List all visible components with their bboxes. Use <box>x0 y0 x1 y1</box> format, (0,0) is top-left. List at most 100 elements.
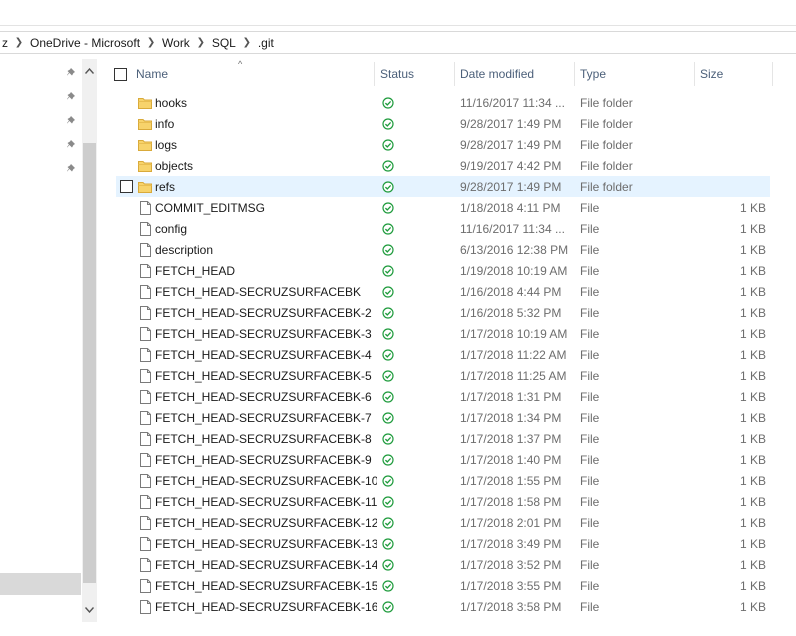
breadcrumb-item-onedrive[interactable]: OneDrive - Microsoft <box>28 32 142 53</box>
file-name[interactable]: logs <box>155 134 377 155</box>
table-row[interactable]: FETCH_HEAD-SECRUZSURFACEBK-10 1/17/2018 1… <box>116 470 770 491</box>
table-row[interactable]: FETCH_HEAD-SECRUZSURFACEBK 1/16/2018 4:44… <box>116 281 770 302</box>
row-checkbox-cell[interactable] <box>120 533 133 554</box>
row-checkbox-cell[interactable] <box>120 134 133 155</box>
table-row[interactable]: FETCH_HEAD-SECRUZSURFACEBK-2 1/16/2018 5:… <box>116 302 770 323</box>
row-checkbox-cell[interactable] <box>120 176 133 197</box>
table-row[interactable]: info 9/28/2017 1:49 PM File folder <box>116 113 770 134</box>
scroll-thumb[interactable] <box>83 143 96 583</box>
column-divider[interactable] <box>694 62 695 86</box>
table-row[interactable]: FETCH_HEAD-SECRUZSURFACEBK-7 1/17/2018 1:… <box>116 407 770 428</box>
table-row[interactable]: FETCH_HEAD-SECRUZSURFACEBK-8 1/17/2018 1:… <box>116 428 770 449</box>
file-name[interactable]: hooks <box>155 92 377 113</box>
table-row[interactable]: FETCH_HEAD-SECRUZSURFACEBK-12 1/17/2018 2… <box>116 512 770 533</box>
breadcrumb-item-sql[interactable]: SQL <box>210 32 238 53</box>
pin-icon[interactable] <box>66 139 78 151</box>
row-checkbox-cell[interactable] <box>120 344 133 365</box>
file-name[interactable]: refs <box>155 176 377 197</box>
breadcrumb-item-user[interactable]: z <box>0 32 10 53</box>
file-name[interactable]: FETCH_HEAD-SECRUZSURFACEBK-3 <box>155 323 377 344</box>
row-checkbox-cell[interactable] <box>120 491 133 512</box>
file-name[interactable]: info <box>155 113 377 134</box>
table-row[interactable]: FETCH_HEAD-SECRUZSURFACEBK-16 1/17/2018 3… <box>116 596 770 617</box>
file-name[interactable]: description <box>155 239 377 260</box>
file-name[interactable]: FETCH_HEAD-SECRUZSURFACEBK-15 <box>155 575 377 596</box>
table-row[interactable]: config 11/16/2017 11:34 ... File 1 KB <box>116 218 770 239</box>
row-checkbox-cell[interactable] <box>120 239 133 260</box>
row-checkbox-cell[interactable] <box>120 428 133 449</box>
chevron-right-icon[interactable]: ❯ <box>238 37 256 48</box>
file-name[interactable]: objects <box>155 155 377 176</box>
table-row[interactable]: COMMIT_EDITMSG 1/18/2018 4:11 PM File 1 KB <box>116 197 770 218</box>
file-name[interactable]: FETCH_HEAD-SECRUZSURFACEBK-14 <box>155 554 377 575</box>
table-row[interactable]: FETCH_HEAD-SECRUZSURFACEBK-3 1/17/2018 10… <box>116 323 770 344</box>
column-header-name[interactable]: Name <box>136 62 370 86</box>
column-divider[interactable] <box>454 62 455 86</box>
nav-selected-item[interactable] <box>0 573 81 595</box>
row-checkbox-cell[interactable] <box>120 386 133 407</box>
file-name[interactable]: FETCH_HEAD <box>155 260 377 281</box>
file-name[interactable]: FETCH_HEAD-SECRUZSURFACEBK-2 <box>155 302 377 323</box>
file-name[interactable]: FETCH_HEAD-SECRUZSURFACEBK-11 <box>155 491 377 512</box>
file-name[interactable]: FETCH_HEAD-SECRUZSURFACEBK-13 <box>155 533 377 554</box>
file-name[interactable]: FETCH_HEAD-SECRUZSURFACEBK-7 <box>155 407 377 428</box>
pin-icon[interactable] <box>66 115 78 127</box>
select-all-checkbox-cell[interactable] <box>114 62 128 86</box>
row-checkbox-cell[interactable] <box>120 365 133 386</box>
address-bar[interactable]: z ❯ OneDrive - Microsoft ❯ Work ❯ SQL ❯ … <box>0 31 796 54</box>
table-row[interactable]: FETCH_HEAD-SECRUZSURFACEBK-4 1/17/2018 11… <box>116 344 770 365</box>
row-checkbox[interactable] <box>120 180 133 193</box>
pin-icon[interactable] <box>66 163 78 175</box>
file-name[interactable]: FETCH_HEAD-SECRUZSURFACEBK-6 <box>155 386 377 407</box>
column-header-size[interactable]: Size <box>700 62 772 86</box>
file-name[interactable]: COMMIT_EDITMSG <box>155 197 377 218</box>
table-row[interactable]: FETCH_HEAD 1/19/2018 10:19 AM File 1 KB <box>116 260 770 281</box>
pin-icon[interactable] <box>66 67 78 79</box>
file-name[interactable]: FETCH_HEAD-SECRUZSURFACEBK-4 <box>155 344 377 365</box>
column-header-type[interactable]: Type <box>580 62 694 86</box>
file-name[interactable]: FETCH_HEAD-SECRUZSURFACEBK-8 <box>155 428 377 449</box>
chevron-right-icon[interactable]: ❯ <box>142 37 160 48</box>
row-checkbox-cell[interactable] <box>120 218 133 239</box>
table-row[interactable]: objects 9/19/2017 4:42 PM File folder <box>116 155 770 176</box>
row-checkbox-cell[interactable] <box>120 323 133 344</box>
table-row[interactable]: FETCH_HEAD-SECRUZSURFACEBK-14 1/17/2018 3… <box>116 554 770 575</box>
row-checkbox-cell[interactable] <box>120 281 133 302</box>
row-checkbox-cell[interactable] <box>120 302 133 323</box>
file-name[interactable]: FETCH_HEAD-SECRUZSURFACEBK-12 <box>155 512 377 533</box>
table-row[interactable]: logs 9/28/2017 1:49 PM File folder <box>116 134 770 155</box>
scroll-up-button[interactable] <box>82 63 97 79</box>
table-row[interactable]: FETCH_HEAD-SECRUZSURFACEBK-11 1/17/2018 1… <box>116 491 770 512</box>
chevron-right-icon[interactable]: ❯ <box>10 37 28 48</box>
table-row[interactable]: FETCH_HEAD-SECRUZSURFACEBK-6 1/17/2018 1:… <box>116 386 770 407</box>
row-checkbox-cell[interactable] <box>120 596 133 617</box>
row-checkbox-cell[interactable] <box>120 449 133 470</box>
column-header-date[interactable]: Date modified <box>460 62 574 86</box>
row-checkbox-cell[interactable] <box>120 575 133 596</box>
column-header-status[interactable]: Status <box>380 62 454 86</box>
file-name[interactable]: FETCH_HEAD-SECRUZSURFACEBK-9 <box>155 449 377 470</box>
table-row[interactable]: FETCH_HEAD-SECRUZSURFACEBK-13 1/17/2018 3… <box>116 533 770 554</box>
chevron-right-icon[interactable]: ❯ <box>192 37 210 48</box>
nav-scrollbar[interactable] <box>82 59 97 622</box>
table-row[interactable]: hooks 11/16/2017 11:34 ... File folder <box>116 92 770 113</box>
table-row[interactable]: FETCH_HEAD-SECRUZSURFACEBK-15 1/17/2018 3… <box>116 575 770 596</box>
column-divider[interactable] <box>574 62 575 86</box>
file-name[interactable]: FETCH_HEAD-SECRUZSURFACEBK-5 <box>155 365 377 386</box>
row-checkbox-cell[interactable] <box>120 92 133 113</box>
row-checkbox-cell[interactable] <box>120 260 133 281</box>
table-row[interactable]: FETCH_HEAD-SECRUZSURFACEBK-5 1/17/2018 11… <box>116 365 770 386</box>
file-name[interactable]: FETCH_HEAD-SECRUZSURFACEBK <box>155 281 377 302</box>
breadcrumb-item-git[interactable]: .git <box>256 32 276 53</box>
column-divider[interactable] <box>374 62 375 86</box>
breadcrumb-item-work[interactable]: Work <box>160 32 192 53</box>
row-checkbox-cell[interactable] <box>120 197 133 218</box>
pin-icon[interactable] <box>66 91 78 103</box>
row-checkbox-cell[interactable] <box>120 512 133 533</box>
scroll-down-button[interactable] <box>82 602 97 618</box>
file-name[interactable]: FETCH_HEAD-SECRUZSURFACEBK-10 <box>155 470 377 491</box>
file-name[interactable]: FETCH_HEAD-SECRUZSURFACEBK-16 <box>155 596 377 617</box>
table-row[interactable]: description 6/13/2016 12:38 PM File 1 KB <box>116 239 770 260</box>
table-row[interactable]: FETCH_HEAD-SECRUZSURFACEBK-9 1/17/2018 1:… <box>116 449 770 470</box>
row-checkbox-cell[interactable] <box>120 155 133 176</box>
